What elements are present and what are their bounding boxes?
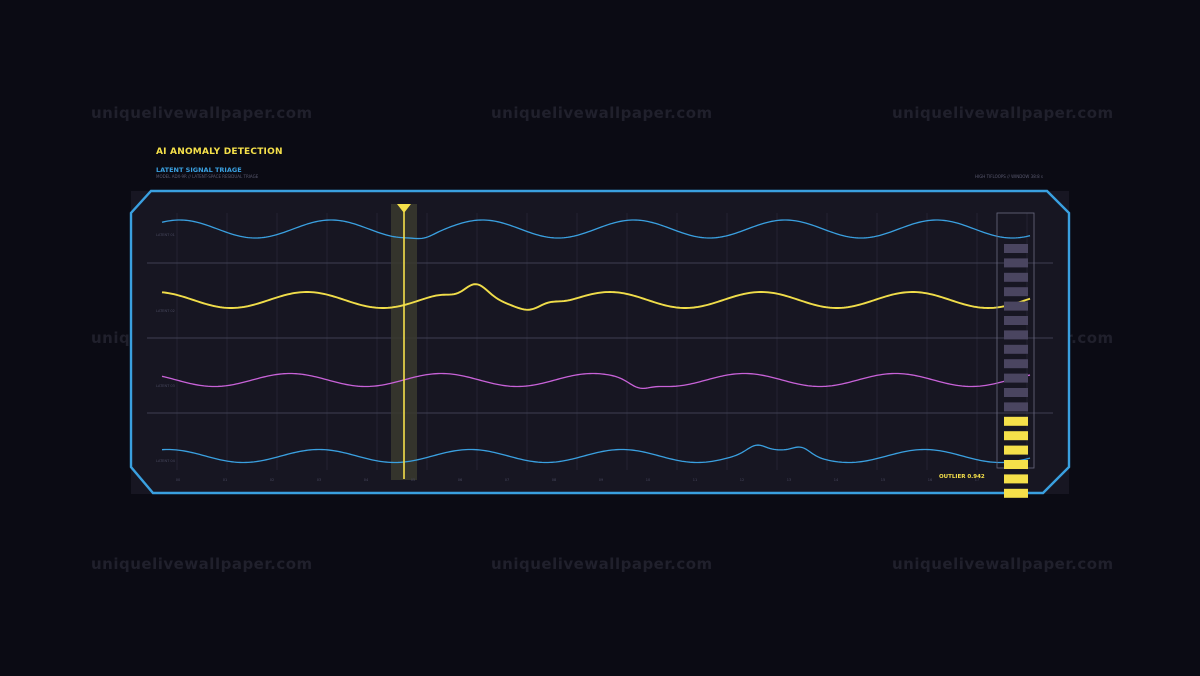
tick-label: 07: [504, 478, 510, 482]
meter-segment-active: [1004, 431, 1028, 441]
row-label: LATENT 04: [156, 459, 175, 463]
meter-segment-active: [1004, 416, 1028, 426]
tick-label: 16: [927, 478, 933, 482]
meter-segment: [1004, 258, 1028, 268]
tick-label: 12: [739, 478, 745, 482]
meter-segment: [1004, 244, 1028, 253]
tick-label: 04: [363, 478, 369, 482]
wallpaper-canvas: uniquelivewallpaper.com uniquelivewallpa…: [0, 0, 1200, 676]
meter-segment-active: [1004, 474, 1028, 484]
meter-segment: [1004, 344, 1028, 354]
outlier-score-label: OUTLIER 0.942: [939, 474, 985, 480]
meter-segment-active: [1004, 460, 1028, 469]
meter-segment: [1004, 402, 1028, 412]
row-label: LATENT 03: [156, 384, 175, 388]
tick-label: 01: [222, 478, 228, 482]
tick-label: 02: [269, 478, 275, 482]
meter-segment: [1004, 272, 1028, 282]
meter-segment: [1004, 316, 1028, 325]
row-label: LATENT 02: [156, 309, 175, 313]
row-label: LATENT 01: [156, 233, 175, 237]
tick-label: 08: [551, 478, 557, 482]
signal-panel: [129, 189, 1071, 498]
meter-segment-active: [1004, 445, 1028, 455]
meter-segment: [1004, 330, 1028, 340]
tick-label: 10: [645, 478, 651, 482]
tick-label: 13: [786, 478, 792, 482]
tick-label: 03: [316, 478, 322, 482]
meter-segment: [1004, 301, 1028, 311]
meter-segment: [1004, 287, 1028, 297]
meter-segment: [1004, 359, 1028, 369]
tick-label: 11: [692, 478, 698, 482]
meter-segment: [1004, 373, 1028, 383]
meter-segment: [1004, 388, 1028, 397]
tick-label: 00: [175, 478, 181, 482]
tick-label: 14: [833, 478, 839, 482]
meter-segment-active: [1004, 488, 1028, 498]
tick-label: 06: [457, 478, 463, 482]
tick-label: 15: [880, 478, 886, 482]
tick-label: 09: [598, 478, 604, 482]
tick-label: 05: [410, 478, 416, 482]
